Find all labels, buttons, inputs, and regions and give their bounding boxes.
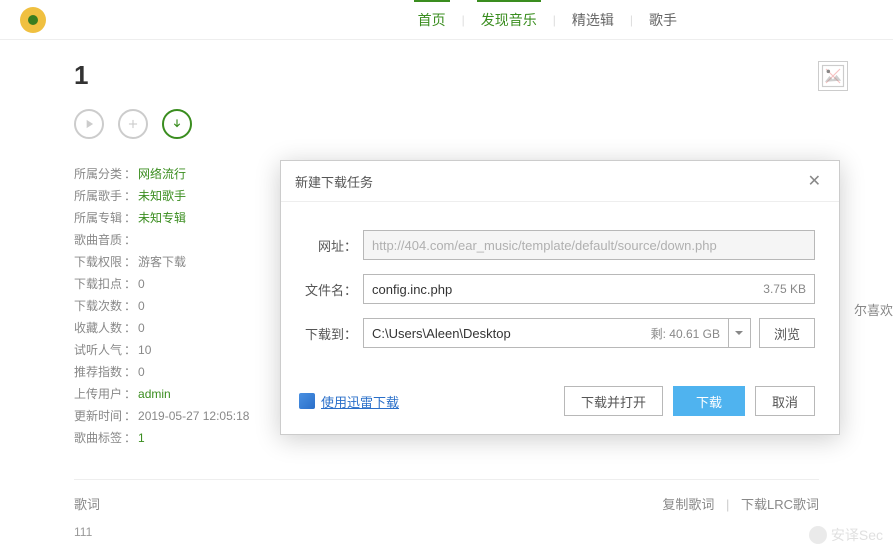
- filename-label: 文件名：: [299, 280, 363, 299]
- cancel-button[interactable]: 取消: [755, 386, 815, 416]
- top-nav: 首页 | 发现音乐 | 精选辑 | 歌手: [402, 10, 893, 30]
- nav-artists[interactable]: 歌手: [633, 10, 693, 30]
- uploader-link[interactable]: admin: [138, 387, 171, 401]
- filename-input[interactable]: config.inc.php: [372, 282, 763, 297]
- thunder-link[interactable]: 使用迅雷下载: [299, 392, 399, 411]
- artist-link[interactable]: 未知歌手: [138, 189, 186, 203]
- nav-discover[interactable]: 发现音乐: [465, 10, 553, 30]
- play-button[interactable]: [74, 109, 104, 139]
- url-label: 网址：: [299, 236, 363, 255]
- lyric-heading: 歌词: [74, 494, 100, 513]
- remaining-text: 剩: 40.61 GB: [651, 325, 720, 342]
- download-lrc[interactable]: 下载LRC歌词: [741, 497, 819, 512]
- song-title: 1: [74, 60, 819, 91]
- saveto-label: 下载到：: [299, 324, 363, 343]
- lyric-content: 111: [74, 525, 819, 539]
- download-confirm-button[interactable]: 下载: [673, 386, 745, 416]
- tag-link[interactable]: 1: [138, 431, 145, 445]
- category-link[interactable]: 网络流行: [138, 167, 186, 181]
- saveto-input[interactable]: C:\Users\Aleen\Desktop: [372, 326, 651, 341]
- partial-side-text: 尔喜欢: [854, 300, 893, 319]
- copy-lyrics[interactable]: 复制歌词: [662, 497, 714, 512]
- watermark-icon: [809, 526, 827, 544]
- nav-albums[interactable]: 精选辑: [556, 10, 630, 30]
- nav-home[interactable]: 首页: [402, 10, 462, 30]
- watermark: 安译Sec: [809, 525, 883, 545]
- close-icon[interactable]: ✕: [804, 169, 825, 193]
- browse-button[interactable]: 浏览: [759, 318, 815, 348]
- download-dialog: 新建下载任务 ✕ 网址： http://404.com/ear_music/te…: [280, 160, 840, 435]
- thunder-icon: [299, 393, 315, 409]
- add-button[interactable]: [118, 109, 148, 139]
- download-open-button[interactable]: 下载并打开: [564, 386, 663, 416]
- logo-icon: [20, 7, 46, 33]
- saveto-dropdown[interactable]: [729, 318, 751, 348]
- url-input[interactable]: http://404.com/ear_music/template/defaul…: [372, 238, 806, 253]
- filesize-text: 3.75 KB: [763, 282, 806, 296]
- dialog-title: 新建下载任务: [295, 172, 373, 191]
- download-button[interactable]: [162, 109, 192, 139]
- album-link[interactable]: 未知专辑: [138, 211, 186, 225]
